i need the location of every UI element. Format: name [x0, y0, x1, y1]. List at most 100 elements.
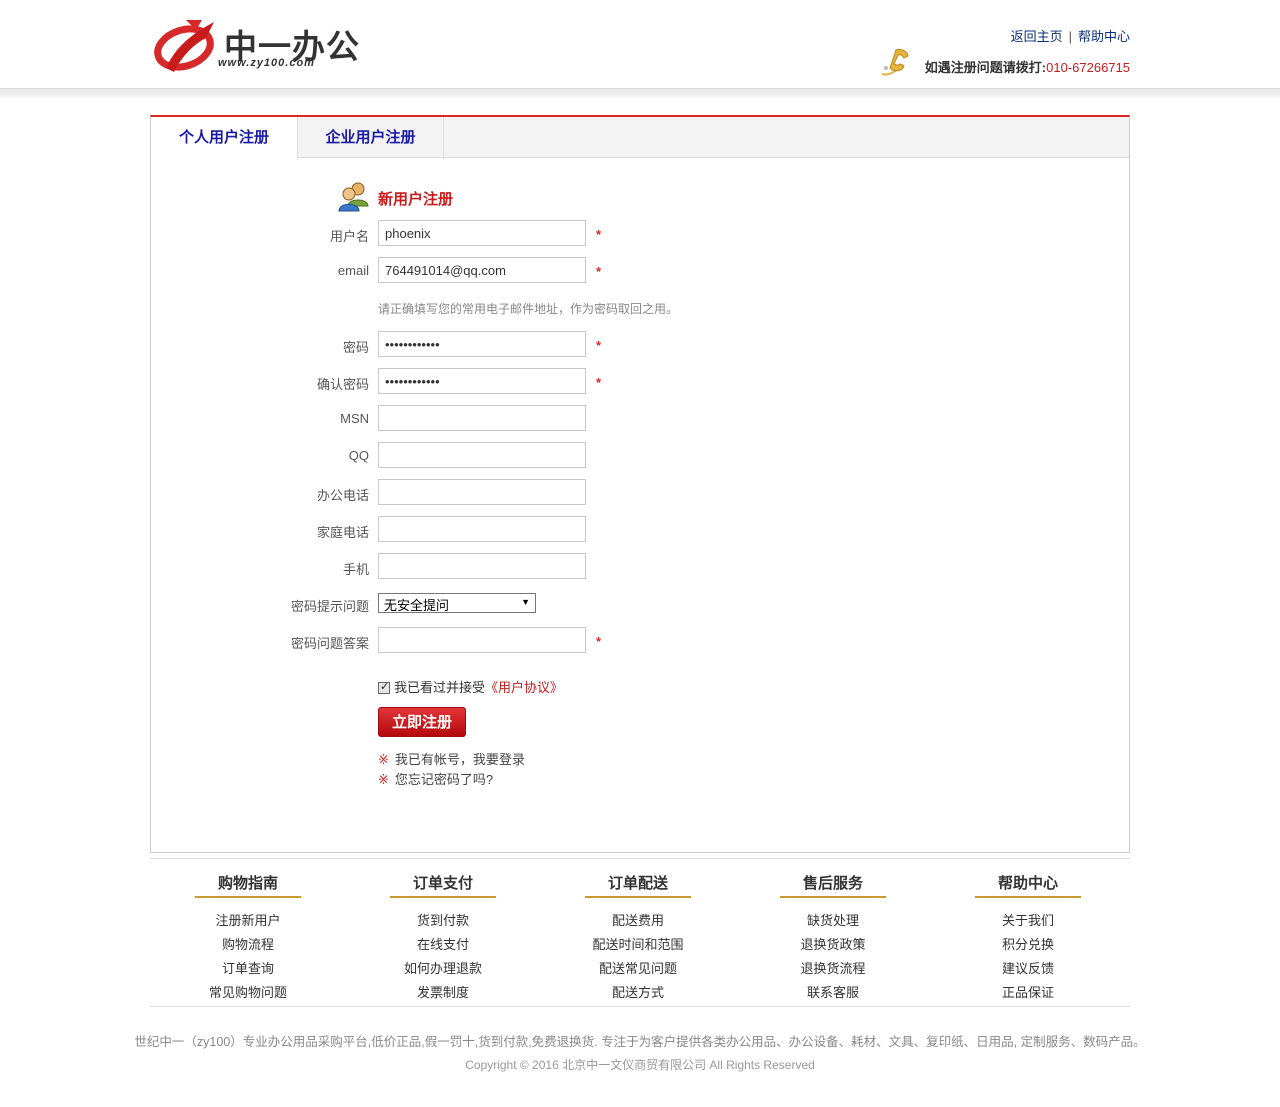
- forgot-tip: ※ 您忘记密码了吗?: [378, 769, 493, 788]
- footer-column-after-sales: 售后服务 缺货处理 退换货政策 退换货流程 联系客服: [780, 872, 886, 1000]
- home-phone-row: 家庭电话: [151, 516, 1129, 542]
- logo-emblem-icon: [154, 20, 214, 72]
- required-mark: *: [596, 634, 602, 649]
- mobile-row: 手机: [151, 553, 1129, 579]
- phone-icon: [881, 49, 909, 76]
- footer-divider: [150, 858, 1130, 859]
- footer-link[interactable]: 建议反馈: [945, 958, 1111, 976]
- footer-link[interactable]: 如何办理退款: [360, 958, 526, 976]
- mobile-input[interactable]: [378, 553, 586, 579]
- username-input[interactable]: [378, 220, 586, 246]
- footer-column-title: 帮助中心: [975, 872, 1081, 898]
- footer-link[interactable]: 缺货处理: [750, 910, 916, 928]
- footer-link[interactable]: 购物流程: [165, 934, 331, 952]
- agreement-text: 我已看过并接受: [394, 680, 486, 695]
- link-separator: |: [1068, 29, 1072, 44]
- security-question-row: 密码提示问题 无安全提问 ▼: [151, 590, 1129, 616]
- home-link[interactable]: 返回主页: [1011, 29, 1063, 44]
- hotline-number: 010-67266715: [1046, 60, 1130, 75]
- required-mark: *: [596, 338, 602, 353]
- footer-link[interactable]: 在线支付: [360, 934, 526, 952]
- hotline: 如遇注册问题请拨打:010-67266715: [925, 57, 1130, 76]
- msn-label: MSN: [340, 411, 369, 426]
- tab-personal-registration[interactable]: 个人用户注册: [151, 117, 298, 159]
- footer-column-payment: 订单支付 货到付款 在线支付 如何办理退款 发票制度: [390, 872, 496, 1000]
- password-label: 密码: [342, 340, 369, 355]
- registration-panel: 个人用户注册 企业用户注册 新用户注册 用户名 * email * 请正确填写您…: [150, 115, 1130, 853]
- footer-link[interactable]: 货到付款: [360, 910, 526, 928]
- email-input[interactable]: [378, 257, 586, 283]
- top-links: 返回主页 | 帮助中心: [1011, 26, 1130, 45]
- help-center-link[interactable]: 帮助中心: [1078, 29, 1130, 44]
- security-question-select[interactable]: 无安全提问 ▼: [378, 593, 536, 613]
- msn-row: MSN: [151, 405, 1129, 431]
- forgot-password-link[interactable]: 您忘记密码了吗?: [395, 772, 493, 787]
- required-mark: *: [596, 264, 602, 279]
- footer-link[interactable]: 常见购物问题: [165, 982, 331, 1000]
- footer-link[interactable]: 发票制度: [360, 982, 526, 1000]
- tip-mark: ※: [378, 752, 389, 767]
- logo-url: www.zy100.com: [218, 57, 315, 69]
- mobile-label: 手机: [342, 562, 369, 577]
- qq-input[interactable]: [378, 442, 586, 468]
- password-input[interactable]: [378, 331, 586, 357]
- footer-link[interactable]: 配送时间和范围: [555, 934, 721, 952]
- agreement-row: 我已看过并接受《用户协议》: [378, 677, 563, 696]
- username-label: 用户名: [329, 229, 369, 244]
- password-row: 密码 *: [151, 331, 1129, 357]
- register-button[interactable]: 立即注册: [378, 707, 466, 737]
- security-answer-input[interactable]: [378, 627, 586, 653]
- hotline-label: 如遇注册问题请拨打:: [924, 60, 1047, 75]
- footer-link[interactable]: 退换货流程: [750, 958, 916, 976]
- site-logo[interactable]: 中一办公 www.zy100.com: [152, 16, 362, 76]
- confirm-password-input[interactable]: [378, 368, 586, 394]
- footer-column-title: 售后服务: [780, 872, 886, 898]
- footer-link[interactable]: 订单查询: [165, 958, 331, 976]
- qq-row: QQ: [151, 442, 1129, 468]
- footer-link[interactable]: 配送常见问题: [555, 958, 721, 976]
- security-answer-label: 密码问题答案: [290, 636, 369, 651]
- footer-link[interactable]: 注册新用户: [165, 910, 331, 928]
- office-phone-label: 办公电话: [316, 488, 369, 503]
- tab-enterprise-registration[interactable]: 企业用户注册: [298, 117, 444, 159]
- header-divider: [0, 88, 1280, 98]
- security-question-label: 密码提示问题: [290, 599, 369, 614]
- form-title-text: 新用户注册: [378, 191, 454, 208]
- home-phone-input[interactable]: [378, 516, 586, 542]
- confirm-password-row: 确认密码 *: [151, 368, 1129, 394]
- tip-mark: ※: [378, 772, 389, 787]
- footer-link[interactable]: 配送费用: [555, 910, 721, 928]
- required-mark: *: [596, 227, 602, 242]
- site-header: 中一办公 www.zy100.com 返回主页 | 帮助中心 如遇注册问题请拨打:0…: [0, 0, 1280, 92]
- agreement-checkbox[interactable]: [378, 680, 390, 694]
- footer-copyright: Copyright © 2016 北京中一文仪商贸有限公司 All Rights…: [465, 1058, 815, 1072]
- login-link[interactable]: 我已有帐号，我要登录: [395, 752, 525, 767]
- email-hint: 请正确填写您的常用电子邮件地址，作为密码取回之用。: [378, 302, 679, 316]
- footer-link[interactable]: 配送方式: [555, 982, 721, 1000]
- username-row: 用户名 *: [151, 220, 1129, 246]
- security-question-value: 无安全提问: [384, 598, 450, 613]
- footer-link[interactable]: 正品保证: [945, 982, 1111, 1000]
- users-icon: [338, 182, 369, 212]
- footer-column-help-center: 帮助中心 关于我们 积分兑换 建议反馈 正品保证: [975, 872, 1081, 1000]
- home-phone-label: 家庭电话: [316, 525, 369, 540]
- tab-bar: 个人用户注册 企业用户注册: [151, 117, 1129, 159]
- confirm-password-label: 确认密码: [316, 377, 369, 392]
- footer-link[interactable]: 退换货政策: [750, 934, 916, 952]
- footer-column-title: 购物指南: [195, 872, 301, 898]
- office-phone-input[interactable]: [378, 479, 586, 505]
- footer-column-shopping-guide: 购物指南 注册新用户 购物流程 订单查询 常见购物问题: [195, 872, 301, 1000]
- login-tip: ※ 我已有帐号，我要登录: [378, 749, 525, 768]
- footer-column-title: 订单支付: [390, 872, 496, 898]
- msn-input[interactable]: [378, 405, 586, 431]
- footer-link[interactable]: 联系客服: [750, 982, 916, 1000]
- email-row: email *: [151, 257, 1129, 283]
- footer-column-delivery: 订单配送 配送费用 配送时间和范围 配送常见问题 配送方式: [585, 872, 691, 1000]
- user-agreement-link[interactable]: 《用户协议》: [485, 680, 563, 695]
- footer-description: 世纪中一（zy100）专业办公用品采购平台,低价正品,假一罚十,货到付款,免费退…: [134, 1035, 1146, 1049]
- footer-link[interactable]: 积分兑换: [945, 934, 1111, 952]
- office-phone-row: 办公电话: [151, 479, 1129, 505]
- footer-link[interactable]: 关于我们: [945, 910, 1111, 928]
- required-mark: *: [596, 375, 602, 390]
- email-label: email: [337, 263, 369, 278]
